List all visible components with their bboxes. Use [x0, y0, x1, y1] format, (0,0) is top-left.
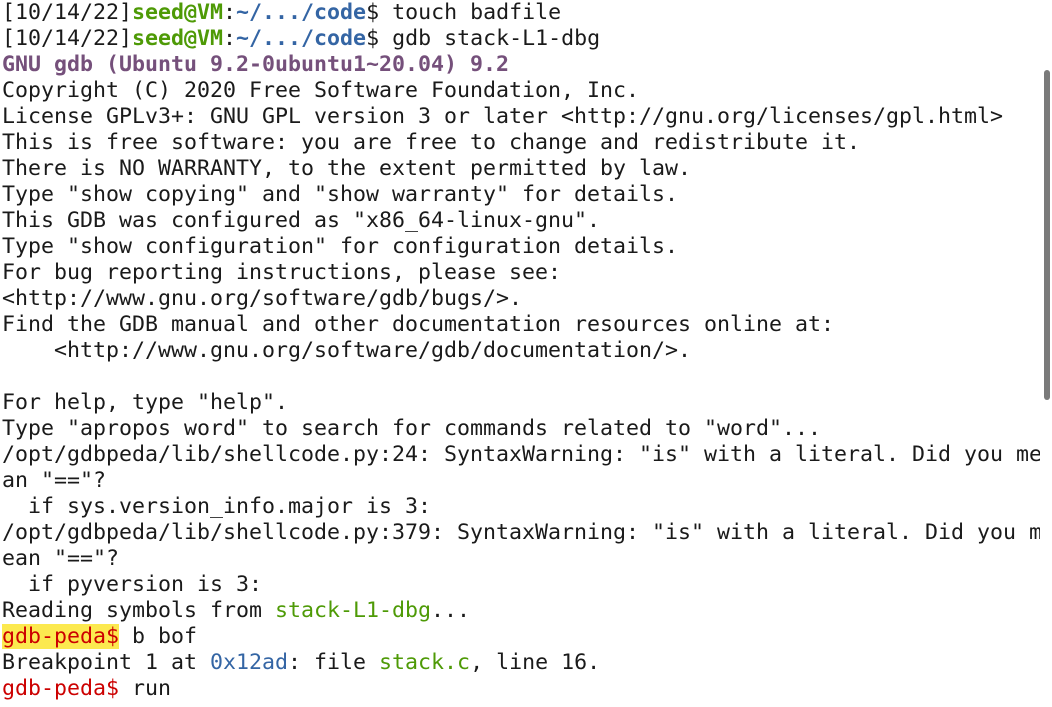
shell-prompt-line: [10/14/22]seed@VM:~/.../code$ gdb stack-…: [2, 26, 1042, 52]
gdb-command-line: gdb-peda$ b bof: [2, 624, 1042, 650]
gdb-command-text: b bof: [119, 624, 198, 649]
warning-line: an "=="?: [2, 468, 107, 493]
scrollbar-thumb[interactable]: [1044, 70, 1050, 400]
reading-suffix: ...: [431, 598, 471, 623]
command-text: gdb stack-L1-dbg: [379, 26, 601, 51]
prompt-colon: :: [223, 0, 237, 25]
output-line: There is NO WARRANTY, to the extent perm…: [2, 156, 692, 181]
output-line: <http://www.gnu.org/software/gdb/documen…: [2, 338, 692, 363]
warning-line: ean "=="?: [2, 546, 120, 571]
breakpoint-address: 0x12ad: [210, 650, 289, 675]
reading-prefix: Reading symbols from: [2, 598, 276, 623]
gdb-peda-prompt: gdb-peda$: [2, 624, 120, 649]
prompt-userhost: seed@VM: [132, 0, 224, 25]
output-line: Type "show copying" and "show warranty" …: [2, 182, 679, 207]
gdb-command-text: run: [119, 676, 172, 701]
gdb-peda-prompt: gdb-peda$: [2, 676, 120, 701]
breakpoint-mid: : file: [288, 650, 380, 675]
warning-line: if sys.version_info.major is 3:: [2, 494, 432, 519]
terminal-output[interactable]: [10/14/22]seed@VM:~/.../code$ touch badf…: [0, 0, 1042, 707]
gdb-version-line: GNU gdb (Ubuntu 9.2-0ubuntu1~20.04) 9.2: [2, 52, 510, 77]
output-line: Type "show configuration" for configurat…: [2, 234, 679, 259]
output-line: Copyright (C) 2020 Free Software Foundat…: [2, 78, 640, 103]
output-line: This is free software: you are free to c…: [2, 130, 861, 155]
shell-prompt-line: [10/14/22]seed@VM:~/.../code$ touch badf…: [2, 0, 1042, 26]
output-line: <http://www.gnu.org/software/gdb/bugs/>.: [2, 286, 523, 311]
source-file: stack.c: [379, 650, 471, 675]
binary-name: stack-L1-dbg: [275, 598, 432, 623]
output-line: Find the GDB manual and other documentat…: [2, 312, 835, 337]
prompt-dollar: $: [366, 26, 380, 51]
warning-line: /opt/gdbpeda/lib/shellcode.py:24: Syntax…: [2, 442, 1042, 467]
breakpoint-line: Breakpoint 1 at 0x12ad: file stack.c, li…: [2, 650, 1042, 676]
prompt-path: ~/.../code: [236, 0, 367, 25]
output-line: License GPLv3+: GNU GPL version 3 or lat…: [2, 104, 1004, 129]
output-line: This GDB was configured as "x86_64-linux…: [2, 208, 601, 233]
prompt-colon: :: [223, 26, 237, 51]
reading-symbols-line: Reading symbols from stack-L1-dbg...: [2, 598, 1042, 624]
breakpoint-prefix: Breakpoint 1 at: [2, 650, 211, 675]
warning-line: /opt/gdbpeda/lib/shellcode.py:379: Synta…: [2, 520, 1042, 545]
prompt-path: ~/.../code: [236, 26, 367, 51]
prompt-date: [10/14/22]: [2, 0, 133, 25]
output-line: Type "apropos word" to search for comman…: [2, 416, 822, 441]
warning-line: if pyversion is 3:: [2, 572, 263, 597]
output-line: For help, type "help".: [2, 390, 289, 415]
prompt-dollar: $: [366, 0, 380, 25]
output-line: For bug reporting instructions, please s…: [2, 260, 562, 285]
command-text: touch badfile: [379, 0, 562, 25]
scrollbar[interactable]: [1040, 0, 1052, 707]
breakpoint-suffix: , line 16.: [470, 650, 601, 675]
prompt-userhost: seed@VM: [132, 26, 224, 51]
prompt-date: [10/14/22]: [2, 26, 133, 51]
gdb-command-line: gdb-peda$ run: [2, 676, 1042, 702]
